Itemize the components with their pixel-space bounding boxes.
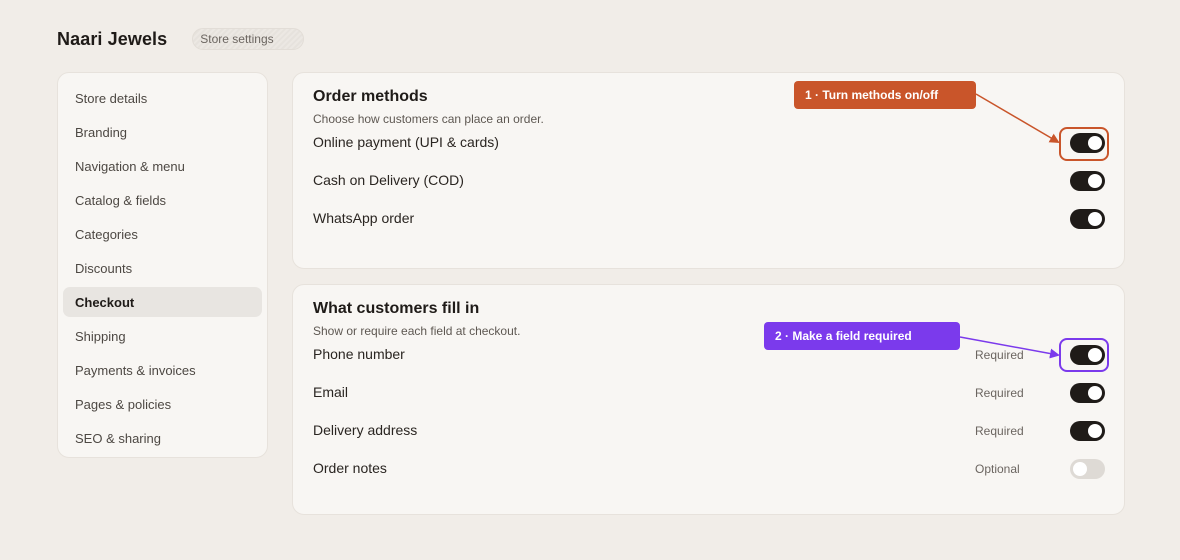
delivery-address-status: Required	[975, 424, 1024, 438]
customer-fields-title: What customers fill in	[313, 300, 480, 317]
email-required-toggle[interactable]	[1070, 383, 1105, 403]
toggle-knob	[1088, 386, 1102, 400]
customer-fields-subtitle: Show or require each field at checkout.	[313, 324, 521, 338]
cod-label: Cash on Delivery (COD)	[313, 172, 464, 188]
settings-sidebar: Store details Branding Navigation & menu…	[57, 72, 268, 458]
highlight-box-step2	[1059, 338, 1109, 372]
breadcrumb-store-settings[interactable]: Store settings	[192, 28, 305, 50]
cod-toggle[interactable]	[1070, 171, 1105, 191]
store-name: Naari Jewels	[57, 28, 168, 49]
highlight-box-step1	[1059, 127, 1109, 161]
order-methods-title: Order methods	[313, 88, 428, 105]
sidebar-item-catalog-fields[interactable]: Catalog & fields	[63, 185, 262, 215]
whatsapp-order-label: WhatsApp order	[313, 210, 415, 226]
sidebar-item-discounts[interactable]: Discounts	[63, 253, 262, 283]
email-status: Required	[975, 386, 1024, 400]
sidebar-item-branding[interactable]: Branding	[63, 117, 262, 147]
callout-step2: 2 · Make a field required	[764, 322, 960, 350]
page-header: Naari Jewels Store settings	[57, 28, 305, 50]
phone-number-status: Required	[975, 348, 1024, 362]
toggle-knob	[1088, 174, 1102, 188]
callout-step1: 1 · Turn methods on/off	[794, 81, 976, 109]
online-payment-label: Online payment (UPI & cards)	[313, 134, 499, 150]
email-label: Email	[313, 384, 349, 400]
sidebar-item-payments-invoices[interactable]: Payments & invoices	[63, 355, 262, 385]
order-methods-subtitle: Choose how customers can place an order.	[313, 112, 544, 126]
sidebar-item-store-details[interactable]: Store details	[63, 83, 262, 113]
toggle-knob	[1088, 212, 1102, 226]
sidebar-item-navigation-menu[interactable]: Navigation & menu	[63, 151, 262, 181]
whatsapp-order-toggle[interactable]	[1070, 209, 1105, 229]
phone-number-label: Phone number	[313, 346, 405, 362]
sidebar-item-categories[interactable]: Categories	[63, 219, 262, 249]
toggle-knob	[1073, 462, 1087, 476]
order-notes-label: Order notes	[313, 460, 387, 476]
toggle-knob	[1088, 424, 1102, 438]
sidebar-item-pages-policies[interactable]: Pages & policies	[63, 389, 262, 419]
sidebar-item-shipping[interactable]: Shipping	[63, 321, 262, 351]
delivery-address-label: Delivery address	[313, 422, 418, 438]
customer-fields-card: What customers fill in Show or require e…	[292, 284, 1125, 515]
sidebar-item-checkout[interactable]: Checkout	[63, 287, 262, 317]
sidebar-item-seo-sharing[interactable]: SEO & sharing	[63, 423, 262, 453]
order-notes-status: Optional	[975, 462, 1020, 476]
order-notes-required-toggle[interactable]	[1070, 459, 1105, 479]
order-methods-card: Order methods Choose how customers can p…	[292, 72, 1125, 269]
delivery-address-required-toggle[interactable]	[1070, 421, 1105, 441]
